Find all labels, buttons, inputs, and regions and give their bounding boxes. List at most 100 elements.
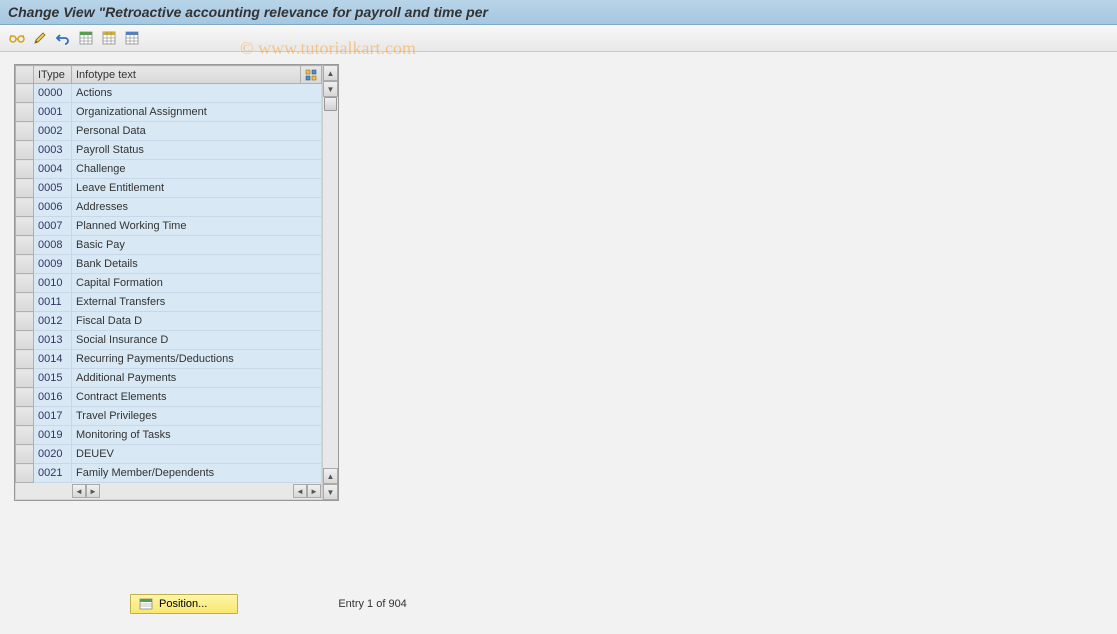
scroll-up-button[interactable]: ▲: [323, 65, 338, 81]
select-all-header[interactable]: [16, 66, 34, 84]
itype-cell[interactable]: 0015: [34, 369, 72, 388]
scroll-down-button[interactable]: ▼: [323, 484, 338, 500]
itype-cell[interactable]: 0001: [34, 103, 72, 122]
row-selector[interactable]: [16, 407, 34, 426]
text-cell[interactable]: Organizational Assignment: [72, 103, 322, 122]
itype-cell[interactable]: 0003: [34, 141, 72, 160]
scroll-up-button-bottom[interactable]: ▲: [323, 468, 338, 484]
text-cell[interactable]: Recurring Payments/Deductions: [72, 350, 322, 369]
scroll-left-button-2[interactable]: ◄: [293, 484, 307, 498]
itype-cell[interactable]: 0011: [34, 293, 72, 312]
text-cell[interactable]: DEUEV: [72, 445, 322, 464]
table-row[interactable]: 0006Addresses: [16, 198, 322, 217]
table-row[interactable]: 0020DEUEV: [16, 445, 322, 464]
vscroll-thumb[interactable]: [324, 97, 337, 111]
row-selector[interactable]: [16, 198, 34, 217]
table-row[interactable]: 0015Additional Payments: [16, 369, 322, 388]
text-cell[interactable]: Personal Data: [72, 122, 322, 141]
text-cell[interactable]: Contract Elements: [72, 388, 322, 407]
row-selector[interactable]: [16, 445, 34, 464]
itype-cell[interactable]: 0009: [34, 255, 72, 274]
horizontal-scrollbar[interactable]: ◄ ► ◄ ►: [16, 483, 321, 499]
text-header[interactable]: Infotype text: [72, 66, 301, 84]
itype-cell[interactable]: 0019: [34, 426, 72, 445]
scroll-right-button-1[interactable]: ►: [86, 484, 100, 498]
itype-cell[interactable]: 0005: [34, 179, 72, 198]
row-selector[interactable]: [16, 255, 34, 274]
table-row[interactable]: 0011External Transfers: [16, 293, 322, 312]
deselect-all-button[interactable]: [121, 28, 143, 48]
row-selector[interactable]: [16, 141, 34, 160]
text-cell[interactable]: Actions: [72, 84, 322, 103]
itype-cell[interactable]: 0020: [34, 445, 72, 464]
table-config-button[interactable]: [301, 66, 322, 84]
text-cell[interactable]: Additional Payments: [72, 369, 322, 388]
itype-cell[interactable]: 0004: [34, 160, 72, 179]
text-cell[interactable]: Basic Pay: [72, 236, 322, 255]
table-row[interactable]: 0014Recurring Payments/Deductions: [16, 350, 322, 369]
itype-cell[interactable]: 0012: [34, 312, 72, 331]
undo-button[interactable]: [52, 28, 74, 48]
row-selector[interactable]: [16, 293, 34, 312]
text-cell[interactable]: Planned Working Time: [72, 217, 322, 236]
table-row[interactable]: 0007Planned Working Time: [16, 217, 322, 236]
table-row[interactable]: 0017Travel Privileges: [16, 407, 322, 426]
row-selector[interactable]: [16, 236, 34, 255]
itype-cell[interactable]: 0007: [34, 217, 72, 236]
itype-cell[interactable]: 0010: [34, 274, 72, 293]
table-row[interactable]: 0021Family Member/Dependents: [16, 464, 322, 483]
row-selector[interactable]: [16, 122, 34, 141]
table-row[interactable]: 0004Challenge: [16, 160, 322, 179]
text-cell[interactable]: Monitoring of Tasks: [72, 426, 322, 445]
text-cell[interactable]: Challenge: [72, 160, 322, 179]
scroll-right-button-2[interactable]: ►: [307, 484, 321, 498]
itype-cell[interactable]: 0016: [34, 388, 72, 407]
text-cell[interactable]: Fiscal Data D: [72, 312, 322, 331]
row-selector[interactable]: [16, 84, 34, 103]
text-cell[interactable]: Family Member/Dependents: [72, 464, 322, 483]
itype-cell[interactable]: 0000: [34, 84, 72, 103]
table-row[interactable]: 0012Fiscal Data D: [16, 312, 322, 331]
row-selector[interactable]: [16, 331, 34, 350]
itype-cell[interactable]: 0014: [34, 350, 72, 369]
vertical-scrollbar[interactable]: ▲ ▼ ▲ ▼: [322, 65, 338, 500]
table-row[interactable]: 0016Contract Elements: [16, 388, 322, 407]
table-row[interactable]: 0001Organizational Assignment: [16, 103, 322, 122]
table-row[interactable]: 0005Leave Entitlement: [16, 179, 322, 198]
row-selector[interactable]: [16, 160, 34, 179]
select-all-button[interactable]: [75, 28, 97, 48]
row-selector[interactable]: [16, 426, 34, 445]
text-cell[interactable]: Payroll Status: [72, 141, 322, 160]
itype-cell[interactable]: 0021: [34, 464, 72, 483]
table-row[interactable]: 0003Payroll Status: [16, 141, 322, 160]
itype-cell[interactable]: 0013: [34, 331, 72, 350]
select-block-button[interactable]: [98, 28, 120, 48]
itype-cell[interactable]: 0002: [34, 122, 72, 141]
row-selector[interactable]: [16, 103, 34, 122]
row-selector[interactable]: [16, 179, 34, 198]
display-toggle-button[interactable]: [6, 28, 28, 48]
itype-cell[interactable]: 0017: [34, 407, 72, 426]
scroll-left-button[interactable]: ◄: [72, 484, 86, 498]
text-cell[interactable]: External Transfers: [72, 293, 322, 312]
table-row[interactable]: 0000Actions: [16, 84, 322, 103]
table-row[interactable]: 0019Monitoring of Tasks: [16, 426, 322, 445]
text-cell[interactable]: Capital Formation: [72, 274, 322, 293]
position-button[interactable]: Position...: [130, 594, 238, 614]
table-row[interactable]: 0013Social Insurance D: [16, 331, 322, 350]
text-cell[interactable]: Leave Entitlement: [72, 179, 322, 198]
change-button[interactable]: [29, 28, 51, 48]
hscroll-track[interactable]: [100, 484, 293, 498]
vscroll-track[interactable]: [323, 97, 338, 468]
itype-cell[interactable]: 0006: [34, 198, 72, 217]
itype-cell[interactable]: 0008: [34, 236, 72, 255]
text-cell[interactable]: Travel Privileges: [72, 407, 322, 426]
row-selector[interactable]: [16, 369, 34, 388]
row-selector[interactable]: [16, 388, 34, 407]
row-selector[interactable]: [16, 274, 34, 293]
text-cell[interactable]: Bank Details: [72, 255, 322, 274]
table-row[interactable]: 0010Capital Formation: [16, 274, 322, 293]
text-cell[interactable]: Social Insurance D: [72, 331, 322, 350]
itype-header[interactable]: IType: [34, 66, 72, 84]
text-cell[interactable]: Addresses: [72, 198, 322, 217]
